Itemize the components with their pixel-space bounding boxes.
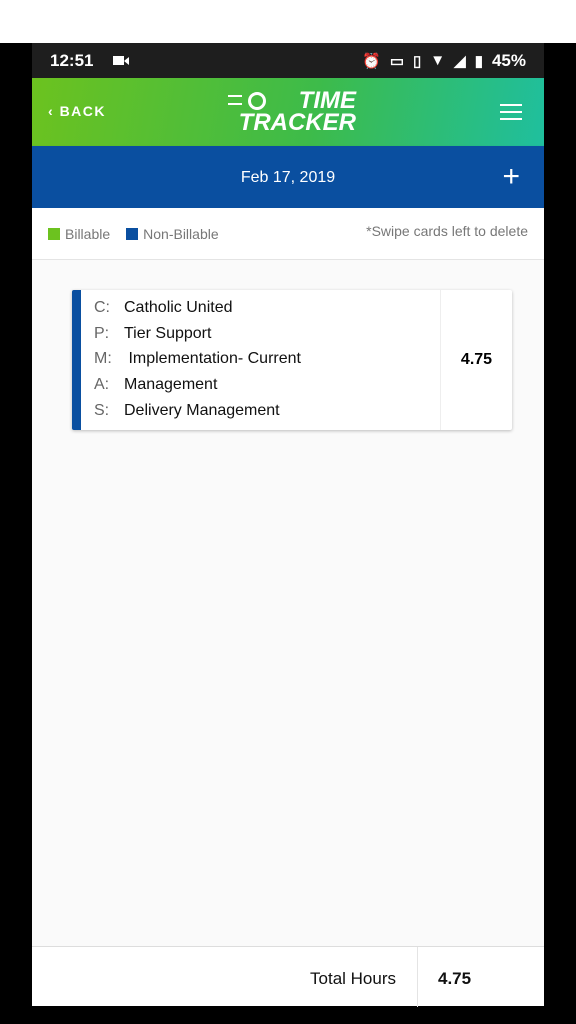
selected-date[interactable]: Feb 17, 2019 — [32, 169, 544, 187]
total-hours-label: Total Hours — [310, 969, 396, 988]
row-value: Catholic United — [124, 299, 233, 316]
row-value: Tier Support — [124, 324, 212, 342]
back-label: BACK — [59, 103, 107, 119]
battery-icon: ▮ — [474, 52, 483, 70]
cast-icon: ▭ — [389, 52, 405, 70]
entry-hours: 4.75 — [440, 290, 512, 430]
row-key: M: — [94, 350, 112, 368]
clock-icon — [248, 92, 266, 110]
row-key: A: — [94, 376, 110, 394]
billable-label: Billable — [65, 225, 111, 242]
row-value: Management — [124, 376, 218, 394]
status-bar: 12:51 ⏰ ▭ ▯ ▼ ◢ ▮ 45% — [32, 43, 544, 78]
logo-line2: TRACKER — [238, 109, 356, 136]
signal-icon: ◢ — [454, 52, 466, 70]
row-key: S: — [94, 401, 110, 419]
row-key: C: — [94, 299, 110, 316]
non-billable-label: Non-Billable — [143, 225, 219, 242]
status-time: 12:51 — [50, 50, 94, 70]
activity-row: A: Management — [94, 376, 301, 402]
legend-non-billable: Non-Billable — [126, 225, 219, 242]
speed-lines-icon — [228, 95, 242, 105]
billable-swatch — [48, 227, 60, 240]
total-hours-value: 4.75 — [438, 969, 472, 988]
back-button[interactable]: ‹ BACK — [48, 103, 106, 119]
time-entry-card[interactable]: C: Catholic United P: Tier Support M: Impl… — [72, 290, 512, 430]
chevron-left-icon: ‹ — [48, 103, 60, 119]
top-margin — [0, 0, 576, 43]
entries-list: Billable Non-Billable *Swipe cards left … — [32, 208, 544, 946]
row-value: Delivery Management — [124, 401, 280, 419]
battery-percent: 45% — [491, 50, 526, 70]
plus-icon[interactable]: + — [502, 160, 520, 194]
legend: Billable Non-Billable *Swipe cards left … — [32, 208, 544, 260]
row-key: P: — [94, 324, 110, 342]
legend-billable: Billable — [48, 226, 110, 242]
row-value: Implementation- Current — [124, 350, 301, 368]
hamburger-icon[interactable] — [500, 104, 522, 120]
client-row: C: Catholic United — [94, 299, 301, 325]
milestone-row: M: Implementation- Current — [94, 350, 301, 376]
time-tracker-logo: TIME TRACKER — [228, 89, 356, 136]
date-bar: Feb 17, 2019 + — [32, 146, 544, 208]
vibrate-icon: ▯ — [413, 52, 422, 70]
service-row: S: Delivery Management — [94, 402, 301, 428]
app-header: ‹ BACK TIME TRACKER — [32, 78, 544, 146]
swipe-hint: *Swipe cards left to delete — [366, 222, 528, 239]
project-row: P: Tier Support — [94, 325, 301, 351]
wifi-icon: ▼ — [430, 52, 446, 69]
video-camera-icon — [113, 56, 130, 65]
alarm-icon: ⏰ — [362, 52, 381, 70]
footer-total: Total Hours 4.75 — [32, 946, 544, 1007]
footer-divider — [417, 947, 418, 1007]
non-billable-swatch — [126, 227, 139, 240]
